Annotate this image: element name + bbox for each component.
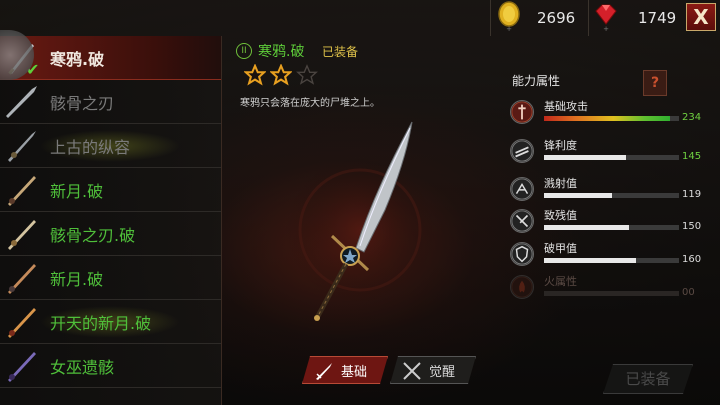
tab-awaken-label: 觉醒 (428, 364, 455, 380)
help-button[interactable]: ? (643, 70, 667, 96)
stat-value: 160 (682, 254, 702, 265)
stat-bar (544, 291, 679, 296)
fire-icon (510, 275, 534, 299)
stat-row: 致残值 150 (510, 205, 701, 239)
equip-button[interactable]: 已装备 (603, 364, 693, 394)
crossed-swords-icon (401, 360, 423, 382)
stat-bar-fill (544, 193, 612, 198)
weapon-description: 寒鸦只会落在庞大的尸堆之上。 (240, 98, 380, 109)
stat-bar (544, 155, 679, 160)
stat-row: 基础攻击 234 (510, 96, 701, 130)
star-icon (244, 64, 266, 86)
gem-icon: + (595, 4, 617, 32)
stat-bar (544, 225, 679, 230)
stat-value: 119 (682, 189, 702, 200)
stat-bar (544, 193, 679, 198)
equipped-tag: 已装备 (322, 45, 359, 59)
stat-row: 火属性 00 (510, 271, 695, 305)
weapon-thumb-icon (8, 308, 36, 338)
weapon-thumb-icon (8, 131, 36, 162)
weapon-name: 新月.破 (50, 182, 104, 201)
weapon-list-item[interactable]: 骸骨之刃.破 (0, 212, 221, 256)
weapon-list[interactable]: ✔ 寒鸦.破 骸骨之刃 上古的纵容 新月.破 骸骨之刃.破 新月.破 开天的新月… (0, 36, 222, 405)
stat-bar-fill (544, 155, 627, 160)
attack-icon (510, 100, 534, 124)
star-rating (244, 64, 318, 86)
weapon-name: 开天的新月.破 (50, 314, 152, 333)
stat-bar-fill (544, 225, 630, 230)
stat-bar-fill (544, 116, 670, 121)
stat-value: 150 (682, 221, 702, 232)
weapon-name: 新月.破 (50, 270, 104, 289)
divider (490, 0, 491, 36)
stat-row: 破甲值 160 (510, 238, 701, 272)
weapon-sword-image (285, 121, 435, 321)
svg-text:+: + (506, 25, 512, 33)
stat-label: 基础攻击 (544, 100, 588, 113)
gem-count: 1749 (638, 9, 677, 27)
coin-count: 2696 (537, 9, 576, 27)
star-icon (270, 64, 292, 86)
stat-label: 破甲值 (544, 242, 577, 255)
stat-value: 145 (682, 151, 702, 162)
stat-bar (544, 116, 679, 121)
stat-bar-fill (544, 258, 636, 263)
weapon-thumb-icon (8, 176, 36, 206)
star-icon (296, 64, 318, 85)
weapon-name: 寒鸦.破 (50, 50, 105, 69)
stat-label: 溅射值 (544, 177, 577, 190)
stat-row: 溅射值 119 (510, 173, 701, 207)
stat-value: 00 (682, 287, 695, 298)
weapon-thumb-icon (8, 264, 36, 294)
weapon-name: 上古的纵容 (50, 138, 131, 157)
stat-label: 火属性 (544, 275, 577, 288)
sword-icon (313, 360, 335, 382)
tab-awaken[interactable]: 觉醒 (390, 356, 476, 384)
weapon-name: 骸骨之刃 (50, 94, 115, 113)
sharpness-icon (510, 139, 534, 163)
close-button[interactable]: X (686, 3, 716, 31)
weapon-list-item[interactable]: 骸骨之刃 (0, 80, 221, 124)
divider (588, 0, 589, 36)
tab-basic[interactable]: 基础 (302, 356, 388, 384)
stat-value: 234 (682, 112, 702, 123)
stat-label: 锋利度 (544, 139, 577, 152)
weapon-thumb-icon (8, 220, 36, 250)
weapon-list-item[interactable]: 开天的新月.破 (0, 300, 221, 344)
rank-badge: II (236, 43, 252, 59)
weapon-list-item[interactable]: 新月.破 (0, 168, 221, 212)
weapon-thumb-icon (6, 86, 37, 118)
weapon-name: 女巫遗骸 (50, 358, 115, 377)
tab-basic-label: 基础 (340, 364, 367, 380)
weapon-list-item[interactable]: 女巫遗骸 (0, 344, 221, 388)
stat-bar (544, 258, 679, 263)
svg-text:+: + (603, 25, 609, 32)
stat-row: 锋利度 145 (510, 135, 701, 169)
cripple-icon (510, 209, 534, 233)
weapon-thumb-icon (8, 352, 36, 382)
splash-icon (510, 177, 534, 201)
weapon-title: 寒鸦.破 (258, 44, 305, 60)
stat-label: 致残值 (544, 209, 577, 222)
weapon-list-item[interactable]: 新月.破 (0, 256, 221, 300)
weapon-name: 骸骨之刃.破 (50, 226, 136, 245)
stats-title: 能力属性 (512, 74, 561, 88)
weapon-list-item[interactable]: 上古的纵容 (0, 124, 221, 168)
armor-break-icon (510, 242, 534, 266)
coin-icon: + (498, 1, 520, 33)
